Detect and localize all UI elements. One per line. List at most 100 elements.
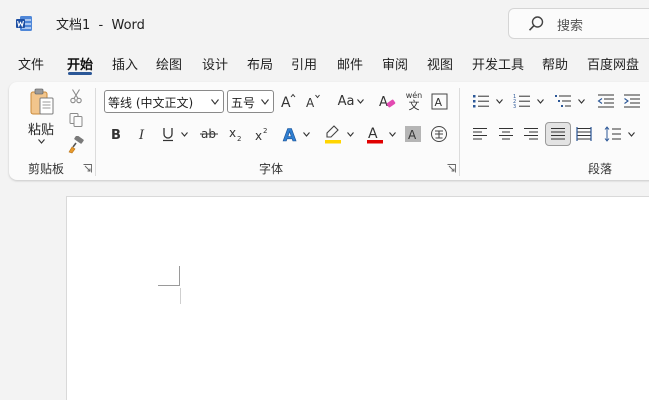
format-painter-button[interactable]: [66, 135, 86, 155]
tab-file[interactable]: 文件: [18, 54, 44, 73]
tab-developer[interactable]: 开发工具: [472, 54, 524, 73]
align-center-button[interactable]: [496, 124, 516, 144]
grow-font-icon: A: [281, 93, 296, 110]
decrease-indent-button[interactable]: [596, 91, 616, 111]
group-separator: [95, 88, 96, 176]
italic-icon: I: [138, 128, 145, 141]
justify-icon: [551, 128, 565, 140]
justify-button[interactable]: [548, 124, 568, 144]
character-border-icon: A: [431, 93, 447, 109]
chevron-down-icon: [261, 99, 269, 105]
cut-button[interactable]: [66, 86, 86, 106]
strikethrough-icon: ab: [200, 127, 218, 141]
copy-button[interactable]: [66, 110, 86, 130]
tab-design[interactable]: 设计: [202, 54, 228, 73]
tab-view[interactable]: 视图: [427, 54, 453, 73]
margin-crop-mark: [158, 285, 180, 286]
underline-button[interactable]: [158, 124, 190, 144]
chevron-down-icon: [536, 98, 544, 104]
document-page[interactable]: [66, 196, 649, 400]
active-tab-indicator: [68, 72, 92, 75]
multilevel-list-button[interactable]: [552, 91, 586, 111]
phonetic-guide-button[interactable]: wén 文: [403, 89, 425, 113]
underline-icon: [162, 128, 173, 142]
text-effects-icon: A: [283, 126, 298, 143]
text-cursor: [180, 288, 181, 304]
tab-layout[interactable]: 布局: [247, 54, 273, 73]
enclose-characters-button[interactable]: [429, 124, 449, 144]
cut-icon: [70, 89, 82, 104]
clear-formatting-icon: A: [379, 95, 396, 110]
grow-font-button[interactable]: A: [279, 91, 299, 111]
font-dialog-launcher-icon[interactable]: [447, 164, 456, 173]
chevron-down-icon: [495, 98, 503, 104]
word-logo-icon: [16, 16, 32, 31]
strikethrough-button[interactable]: ab: [198, 124, 220, 144]
character-shading-button[interactable]: A: [403, 124, 423, 144]
change-case-label: Aa: [337, 93, 355, 109]
font-size-value: 五号: [231, 96, 256, 110]
tab-home[interactable]: 开始: [67, 54, 93, 73]
copy-icon: [69, 113, 83, 127]
chevron-down-icon: [303, 131, 310, 137]
font-size-select[interactable]: 五号: [227, 90, 274, 113]
subscript-icon: x 2: [229, 126, 241, 142]
bold-button[interactable]: B: [106, 124, 126, 144]
subscript-button[interactable]: x 2: [226, 124, 246, 144]
numbering-button[interactable]: 1 2 3: [511, 91, 545, 111]
increase-indent-button[interactable]: [622, 91, 642, 111]
font-color-icon: A: [366, 126, 383, 144]
menu-bar: 文件 开始 插入 绘图 设计 布局 引用 邮件 审阅 视图 开发工具 帮助 百度…: [0, 50, 649, 78]
phonetic-guide-char: 文: [408, 98, 420, 112]
tab-review[interactable]: 审阅: [382, 54, 408, 73]
align-left-icon: [473, 128, 487, 140]
align-left-button[interactable]: [470, 124, 490, 144]
tab-help[interactable]: 帮助: [542, 54, 568, 73]
change-case-button[interactable]: Aa: [333, 91, 369, 111]
italic-button[interactable]: I: [132, 124, 152, 144]
shrink-font-button[interactable]: A: [304, 91, 324, 111]
character-shading-icon: A: [405, 126, 421, 142]
paste-label: 粘贴: [28, 123, 55, 138]
tab-insert[interactable]: 插入: [112, 54, 138, 73]
bullets-button[interactable]: [470, 91, 504, 111]
clipboard-dialog-launcher-icon[interactable]: [83, 164, 92, 173]
font-group-label: 字体: [259, 162, 284, 176]
decrease-indent-icon: [597, 94, 614, 108]
align-right-button[interactable]: [521, 124, 541, 144]
character-border-button[interactable]: A: [429, 91, 449, 111]
text-highlight-color-button[interactable]: [320, 123, 356, 145]
tab-references[interactable]: 引用: [291, 54, 317, 73]
chevron-down-icon: [627, 131, 635, 137]
title-bar: 文档1 - Word 搜索: [0, 0, 649, 46]
chevron-down-icon: [211, 99, 219, 105]
line-spacing-button[interactable]: [602, 124, 636, 144]
svg-text:A: A: [283, 126, 297, 143]
bold-icon: B: [111, 128, 121, 141]
multilevel-list-icon: [554, 95, 571, 107]
bullet-list-icon: [472, 95, 489, 108]
text-effects-button[interactable]: A: [280, 123, 312, 145]
svg-text:3: 3: [513, 104, 516, 109]
superscript-icon: x 2: [255, 127, 267, 142]
svg-text:I: I: [138, 128, 145, 141]
distributed-button[interactable]: [574, 124, 594, 144]
font-name-value: 等线 (中文正文): [108, 96, 194, 110]
paste-button[interactable]: [26, 86, 58, 118]
tab-mailings[interactable]: 邮件: [337, 54, 363, 73]
paste-dropdown-caret[interactable]: [38, 139, 45, 144]
search-icon: [528, 16, 544, 31]
svg-text:B: B: [111, 128, 121, 141]
align-center-icon: [499, 128, 513, 140]
search-placeholder: 搜索: [557, 19, 584, 34]
font-color-button[interactable]: A: [362, 123, 398, 145]
svg-text:A: A: [434, 96, 442, 109]
search-box[interactable]: 搜索: [508, 8, 649, 39]
superscript-button[interactable]: x 2: [252, 124, 272, 144]
tab-baidu-netdisk[interactable]: 百度网盘: [587, 54, 639, 73]
margin-crop-mark: [179, 266, 180, 286]
document-title: 文档1 - Word: [56, 18, 145, 33]
font-name-select[interactable]: 等线 (中文正文): [104, 90, 224, 113]
tab-draw[interactable]: 绘图: [156, 54, 182, 73]
clear-formatting-button[interactable]: A: [377, 91, 397, 111]
